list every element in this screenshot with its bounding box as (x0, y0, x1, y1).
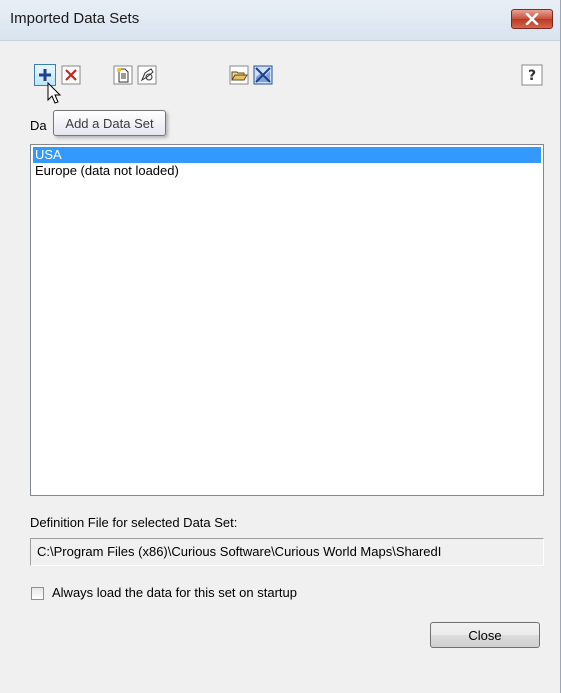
open-data-set-button[interactable] (228, 64, 250, 86)
add-icon (39, 69, 51, 81)
help-button[interactable]: ? (521, 64, 543, 86)
list-item[interactable]: Europe (data not loaded) (33, 163, 541, 179)
close-icon (525, 13, 539, 25)
delete-data-set-button[interactable] (60, 64, 82, 86)
always-load-label[interactable]: Always load the data for this set on sta… (52, 585, 297, 600)
help-icon: ? (521, 64, 543, 86)
close-button[interactable]: Close (430, 622, 540, 648)
unload-data-set-button[interactable] (252, 64, 274, 86)
edit-document-icon (137, 65, 157, 85)
data-sets-label: Da (30, 118, 47, 133)
open-folder-icon (229, 65, 249, 85)
definition-file-label: Definition File for selected Data Set: (30, 515, 238, 530)
imported-data-sets-window: Imported Data Sets ? Da Add a Data Set U… (0, 0, 561, 693)
new-data-set-button[interactable] (112, 64, 134, 86)
always-load-checkbox[interactable] (31, 587, 44, 600)
data-sets-list[interactable]: USA Europe (data not loaded) (30, 144, 544, 496)
delete-icon (61, 65, 81, 85)
title-bar[interactable]: Imported Data Sets (0, 0, 560, 41)
edit-data-set-button[interactable] (136, 64, 158, 86)
add-data-set-tooltip: Add a Data Set (53, 110, 166, 136)
mouse-cursor-icon (47, 82, 62, 104)
window-close-button[interactable] (511, 9, 553, 29)
unload-icon (253, 65, 273, 85)
new-document-icon (113, 65, 133, 85)
svg-text:?: ? (528, 68, 536, 84)
tooltip-text: Add a Data Set (65, 115, 154, 131)
definition-file-path[interactable]: C:\Program Files (x86)\Curious Software\… (30, 538, 544, 566)
close-button-label: Close (468, 627, 502, 643)
window-title: Imported Data Sets (10, 10, 140, 27)
list-item[interactable]: USA (33, 147, 541, 163)
